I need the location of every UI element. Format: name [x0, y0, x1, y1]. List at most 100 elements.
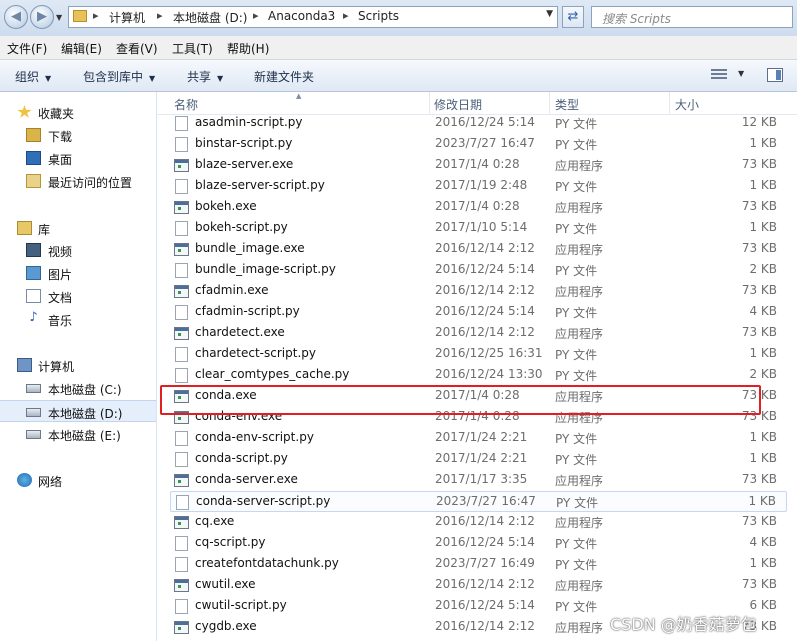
column-type[interactable]: 类型 [555, 96, 579, 113]
back-button[interactable]: ◀ [4, 5, 28, 29]
search-input[interactable]: 搜索 Scripts [591, 6, 793, 28]
menu-help[interactable]: 帮助(H) [227, 40, 269, 57]
file-type: 应用程序 [555, 327, 604, 341]
file-size: 12 KB [741, 115, 777, 129]
file-type: 应用程序 [555, 201, 604, 215]
nav-desktop[interactable]: 桌面 [0, 147, 156, 169]
file-row[interactable]: cq.exe 2016/12/14 2:12 应用程序 73 KB [170, 512, 787, 533]
file-date: 2023/7/27 16:49 [435, 556, 535, 570]
file-row[interactable]: conda-server.exe 2017/1/17 3:35 应用程序 73 KB [170, 470, 787, 491]
file-name: cq.exe [195, 514, 235, 528]
menu-edit[interactable]: 编辑(E) [61, 40, 102, 57]
chevron-right-icon[interactable]: ▸ [343, 9, 349, 22]
file-row[interactable]: cfadmin.exe 2016/12/14 2:12 应用程序 73 KB [170, 281, 787, 302]
share-button[interactable]: 共享 ▼ [187, 68, 223, 85]
nav-favorites[interactable]: 收藏夹 [0, 101, 156, 123]
highlight-box [160, 385, 761, 415]
include-library-button[interactable]: 包含到库中 ▼ [83, 68, 155, 85]
nav-drive-d[interactable]: 本地磁盘 (D:) [0, 400, 156, 422]
exe-icon [174, 159, 189, 172]
preview-pane-icon[interactable] [767, 68, 783, 82]
nav-pictures[interactable]: 图片 [0, 262, 156, 284]
nav-documents-label: 文档 [48, 291, 73, 305]
breadcrumb-scripts[interactable]: Scripts [358, 9, 399, 23]
file-row[interactable]: bokeh-script.py 2017/1/10 5:14 PY 文件 1 KB [170, 218, 787, 239]
file-row[interactable]: asadmin-script.py 2016/12/24 5:14 PY 文件 12 … [170, 115, 787, 134]
nav-computer[interactable]: 计算机 [0, 354, 156, 376]
navigation-pane: 收藏夹 下载 桌面 最近访问的位置 库 视频 图片 文档 ♪ 音乐 计算机 本地… [0, 92, 157, 641]
music-icon: ♪ [26, 311, 41, 326]
column-divider[interactable] [429, 92, 430, 114]
column-divider[interactable] [549, 92, 550, 114]
new-folder-button[interactable]: 新建文件夹 [254, 68, 314, 85]
file-row[interactable]: conda-script.py 2017/1/24 2:21 PY 文件 1 KB [170, 449, 787, 470]
refresh-button[interactable]: ⇄ [562, 6, 584, 28]
file-row[interactable]: clear_comtypes_cache.py 2016/12/24 13:30 P… [170, 365, 787, 386]
column-modified[interactable]: 修改日期 [434, 96, 482, 113]
nav-downloads[interactable]: 下载 [0, 124, 156, 146]
file-row[interactable]: conda-server-script.py 2023/7/27 16:47 PY … [170, 491, 787, 512]
file-row[interactable]: blaze-server-script.py 2017/1/19 2:48 PY 文… [170, 176, 787, 197]
file-size: 73 KB [741, 283, 777, 297]
file-type: 应用程序 [555, 516, 604, 530]
file-row[interactable]: conda-env-script.py 2017/1/24 2:21 PY 文件 1 … [170, 428, 787, 449]
menu-file[interactable]: 文件(F) [7, 40, 47, 57]
file-row[interactable]: bundle_image.exe 2016/12/14 2:12 应用程序 73 KB [170, 239, 787, 260]
file-row[interactable]: createfontdatachunk.py 2023/7/27 16:49 PY … [170, 554, 787, 575]
file-row[interactable]: chardetect.exe 2016/12/14 2:12 应用程序 73 KB [170, 323, 787, 344]
nav-drive-c-label: 本地磁盘 (C:) [48, 383, 122, 397]
menu-tools[interactable]: 工具(T) [172, 40, 213, 57]
breadcrumb-computer[interactable]: 计算机 [109, 9, 145, 26]
menu-view[interactable]: 查看(V) [116, 40, 158, 57]
file-date: 2016/12/14 2:12 [435, 325, 535, 339]
forward-button[interactable]: ▶ [30, 5, 54, 29]
file-row[interactable]: bundle_image-script.py 2016/12/24 5:14 PY … [170, 260, 787, 281]
address-box[interactable]: ▸ 计算机 ▸ 本地磁盘 (D:) ▸ Anaconda3 ▸ Scripts … [68, 6, 558, 28]
column-name[interactable]: 名称 [174, 96, 198, 113]
nav-documents[interactable]: 文档 [0, 285, 156, 307]
file-date: 2016/12/14 2:12 [435, 514, 535, 528]
nav-drive-e[interactable]: 本地磁盘 (E:) [0, 423, 156, 445]
chevron-down-icon[interactable]: ▼ [546, 9, 553, 19]
file-name: cwutil-script.py [195, 598, 287, 612]
file-name: bokeh.exe [195, 199, 257, 213]
nav-network[interactable]: 网络 [0, 469, 156, 491]
column-header-bar: ▲ 名称 修改日期 类型 大小 [157, 92, 797, 115]
nav-music[interactable]: ♪ 音乐 [0, 308, 156, 330]
file-date: 2016/12/14 2:12 [435, 577, 535, 591]
chevron-right-icon[interactable]: ▸ [157, 9, 163, 22]
nav-libraries[interactable]: 库 [0, 217, 156, 239]
column-divider[interactable] [669, 92, 670, 114]
file-size: 1 KB [749, 451, 777, 465]
nav-recent-places[interactable]: 最近访问的位置 [0, 170, 156, 192]
file-row[interactable]: chardetect-script.py 2016/12/25 16:31 PY 文… [170, 344, 787, 365]
file-name: createfontdatachunk.py [195, 556, 339, 570]
file-name: blaze-server.exe [195, 157, 294, 171]
chevron-right-icon[interactable]: ▸ [93, 9, 99, 22]
file-row[interactable]: cq-script.py 2016/12/24 5:14 PY 文件 4 KB [170, 533, 787, 554]
file-size: 1 KB [749, 346, 777, 360]
file-name: cq-script.py [195, 535, 266, 549]
recent-pages-dropdown-icon[interactable]: ▼ [56, 13, 62, 22]
file-size: 73 KB [741, 241, 777, 255]
breadcrumb-drive-d[interactable]: 本地磁盘 (D:) [173, 9, 247, 26]
nav-videos[interactable]: 视频 [0, 239, 156, 261]
chevron-right-icon[interactable]: ▸ [253, 9, 259, 22]
file-date: 2017/1/24 2:21 [435, 451, 528, 465]
file-date: 2017/1/19 2:48 [435, 178, 528, 192]
column-size[interactable]: 大小 [675, 96, 699, 113]
address-bar-area: ◀ ▶ ▼ ▸ 计算机 ▸ 本地磁盘 (D:) ▸ Anaconda3 ▸ Sc… [0, 0, 797, 36]
breadcrumb-anaconda3[interactable]: Anaconda3 [268, 9, 335, 23]
file-row[interactable]: blaze-server.exe 2017/1/4 0:28 应用程序 73 KB [170, 155, 787, 176]
chevron-down-icon[interactable]: ▼ [738, 69, 744, 78]
file-date: 2016/12/24 5:14 [435, 262, 535, 276]
view-options-icon[interactable] [711, 69, 727, 81]
file-row[interactable]: binstar-script.py 2023/7/27 16:47 PY 文件 1 K… [170, 134, 787, 155]
file-row[interactable]: bokeh.exe 2017/1/4 0:28 应用程序 73 KB [170, 197, 787, 218]
file-row[interactable]: cfadmin-script.py 2016/12/24 5:14 PY 文件 4 K… [170, 302, 787, 323]
py-file-icon [176, 495, 189, 510]
nav-drive-c[interactable]: 本地磁盘 (C:) [0, 377, 156, 399]
file-row[interactable]: cwutil.exe 2016/12/14 2:12 应用程序 73 KB [170, 575, 787, 596]
organize-button[interactable]: 组织 ▼ [15, 68, 51, 85]
sort-ascending-icon: ▲ [296, 92, 302, 100]
